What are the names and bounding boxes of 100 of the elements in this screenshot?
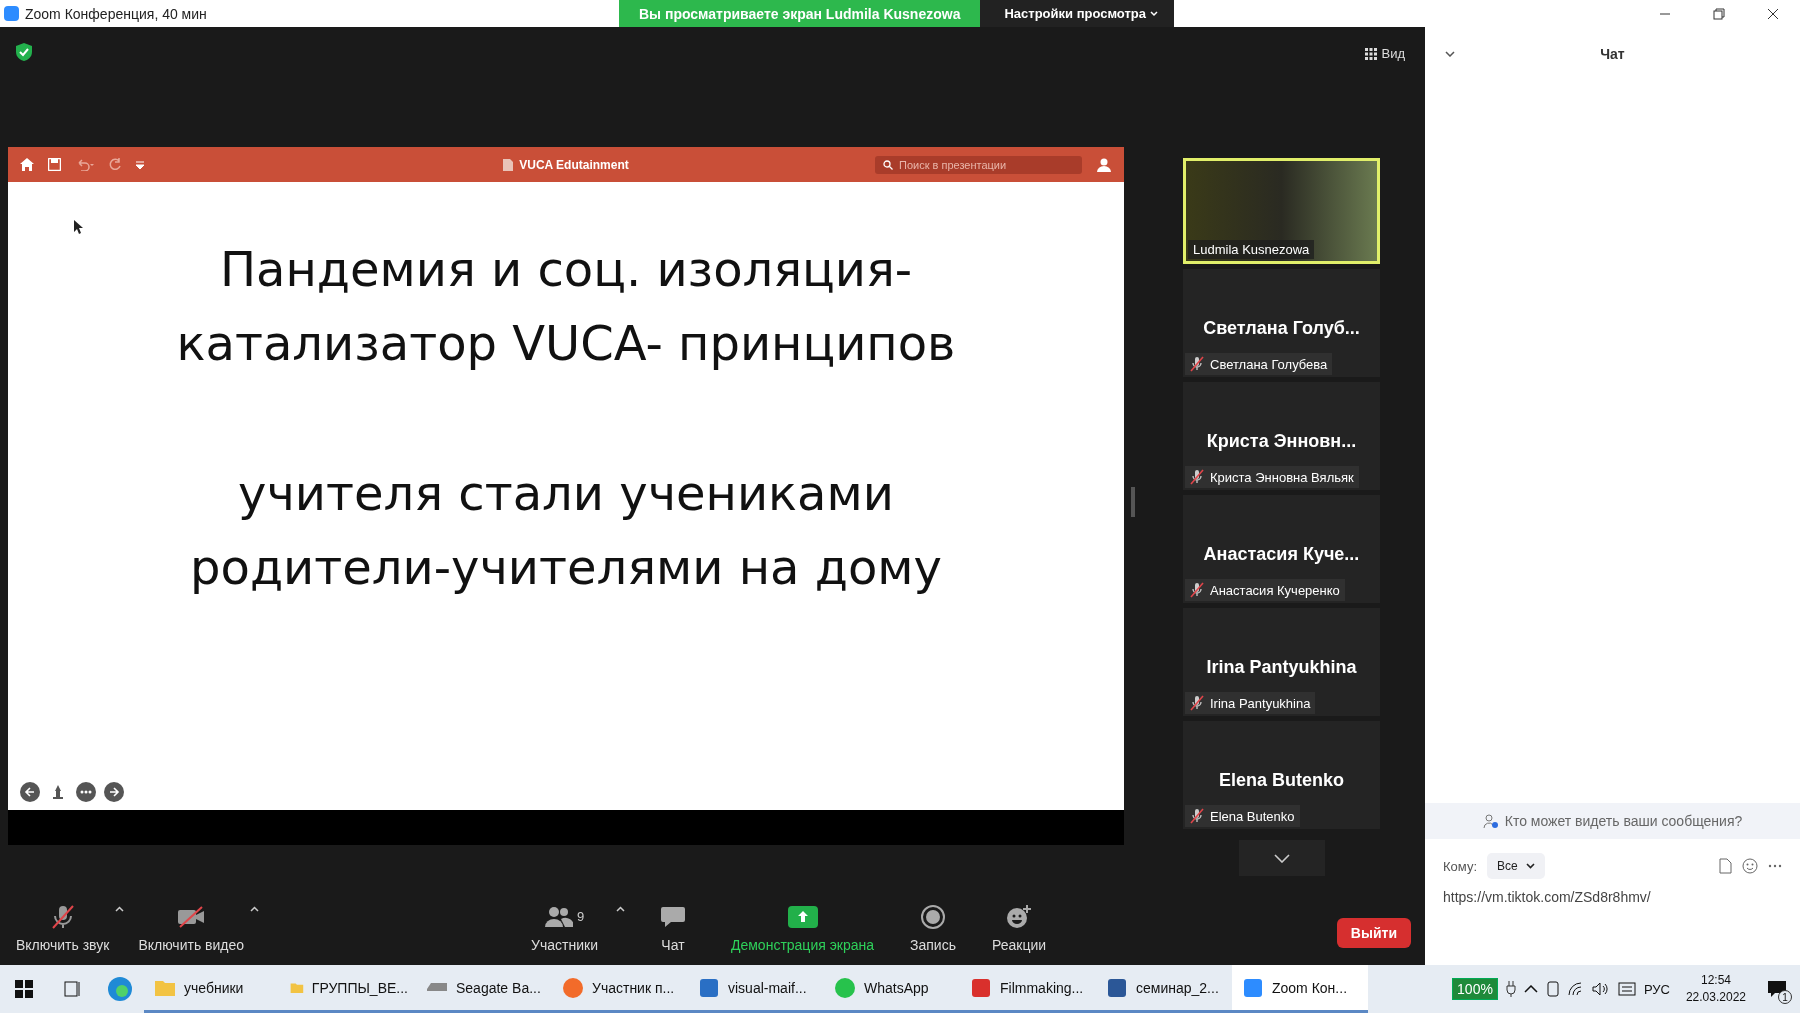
- device-icon[interactable]: [1545, 981, 1560, 997]
- battery-indicator[interactable]: 100%: [1452, 978, 1498, 1000]
- task-view-icon: [63, 981, 81, 997]
- taskbar-app-button[interactable]: учебники: [144, 965, 280, 1013]
- participant-name: Ludmila Kusnezowa: [1188, 240, 1315, 259]
- document-icon: [1106, 976, 1128, 999]
- share-button[interactable]: Демонстрация экрана: [712, 902, 893, 953]
- taskbar-app-button[interactable]: ГРУППЫ_ВЕ...: [280, 965, 416, 1013]
- participant-display-name: Криста Энновн...: [1205, 431, 1358, 452]
- power-plug-icon[interactable]: [1505, 981, 1516, 997]
- record-button[interactable]: Запись: [892, 902, 974, 953]
- emoji-icon[interactable]: [1742, 858, 1758, 874]
- screen-share-banner: Вы просматриваете экран Ludmila Kusnezowa: [619, 0, 981, 27]
- muted-microphone-icon: [1190, 582, 1204, 598]
- wifi-icon[interactable]: [1567, 982, 1584, 996]
- reactions-button[interactable]: Реакции: [973, 902, 1065, 953]
- chevron-down-icon: [1525, 863, 1535, 869]
- taskbar-app-button[interactable]: WhatsApp: [824, 965, 960, 1013]
- more-options-button[interactable]: [76, 782, 96, 802]
- recipient-dropdown[interactable]: Все: [1487, 853, 1545, 879]
- resize-handle[interactable]: [1131, 487, 1135, 517]
- save-icon[interactable]: [48, 158, 61, 171]
- participant-display-name: Светлана Голуб...: [1202, 318, 1361, 339]
- chat-app-icon: [834, 976, 856, 999]
- participant-name: Irina Pantyukhina: [1210, 695, 1311, 711]
- browser-icon: [562, 976, 584, 999]
- participant-display-name: Анастасия Куче...: [1202, 544, 1361, 565]
- language-indicator[interactable]: РУС: [1643, 981, 1670, 997]
- video-app-icon: [1242, 976, 1264, 999]
- audio-button[interactable]: Включить звук: [10, 902, 116, 953]
- more-icon[interactable]: [1768, 864, 1782, 868]
- slide-text-line: учителя стали учениками: [238, 464, 894, 523]
- people-icon: [544, 905, 573, 928]
- chat-button[interactable]: Чат: [632, 902, 713, 953]
- grid-icon: [1365, 47, 1378, 60]
- browser-icon: [107, 976, 133, 1002]
- pdf-file-icon: [970, 976, 992, 999]
- participant-display-name: Elena Butenko: [1218, 770, 1345, 791]
- leave-button[interactable]: Выйти: [1336, 918, 1411, 948]
- presentation-title: VUCA Edutainment: [519, 157, 629, 172]
- chevron-down-icon[interactable]: [1445, 51, 1455, 57]
- taskbar-app-button[interactable]: Filmmaking...: [960, 965, 1096, 1013]
- speaker-icon[interactable]: [1591, 982, 1610, 996]
- taskbar-app-button[interactable]: Seagate Ba...: [416, 965, 552, 1013]
- notification-count: 1: [1778, 990, 1792, 1004]
- share-screen-icon: [787, 905, 818, 928]
- caret-icon[interactable]: [615, 906, 625, 912]
- file-icon[interactable]: [1719, 858, 1732, 874]
- muted-microphone-icon: [1190, 356, 1204, 372]
- slide-heading-line: катализатор VUCA- принципов: [176, 314, 956, 373]
- restore-icon: [1713, 7, 1725, 20]
- window-title: Zoom Конференция, 40 мин: [25, 5, 207, 22]
- slide-text-line: родители-учителями на дому: [190, 538, 942, 597]
- participant-display-name: Irina Pantyukhina: [1205, 657, 1358, 678]
- chevron-down-icon: [1273, 853, 1290, 863]
- smiley-plus-icon: [1006, 904, 1032, 929]
- video-button[interactable]: Включить видео: [132, 902, 251, 953]
- home-icon[interactable]: [20, 158, 34, 171]
- chat-title: Чат: [1600, 46, 1625, 62]
- previous-slide-button[interactable]: [20, 782, 40, 802]
- windows-logo-icon: [15, 980, 33, 998]
- keyboard-icon[interactable]: [1617, 982, 1636, 996]
- chevron-up-icon[interactable]: [1523, 985, 1538, 993]
- picture-icon: [698, 976, 720, 999]
- person-share-icon[interactable]: [1096, 156, 1112, 173]
- next-slide-button[interactable]: [104, 782, 124, 802]
- taskbar-app-button[interactable]: Zoom Кон...: [1232, 965, 1368, 1013]
- person-icon: [1482, 813, 1499, 829]
- arrow-right-icon: [108, 786, 120, 798]
- recipient-label: Кому:: [1443, 858, 1477, 874]
- participant-name: Светлана Голубева: [1210, 356, 1328, 372]
- search-icon: [883, 159, 893, 170]
- record-icon: [921, 904, 945, 929]
- participant-name: Анастасия Кучеренко: [1210, 582, 1340, 598]
- slide-heading-line: Пандемия и соц. изоляция-: [219, 240, 913, 299]
- shield-icon: [16, 43, 32, 61]
- more-icon: [80, 790, 92, 794]
- clock[interactable]: 12:54 22.03.2022: [1677, 972, 1754, 1006]
- view-button[interactable]: Вид: [1359, 45, 1411, 62]
- caret-icon[interactable]: [250, 906, 260, 912]
- pointer-icon: [51, 784, 65, 800]
- mouse-cursor-icon: [74, 220, 84, 234]
- search-field[interactable]: Поиск в презентации: [875, 155, 1082, 174]
- speech-bubble-icon: [659, 904, 686, 929]
- muted-microphone-icon: [1190, 808, 1204, 824]
- muted-microphone-icon: [1190, 469, 1204, 485]
- document-icon: [503, 158, 514, 171]
- participant-name: Криста Энновна Вяльяк: [1210, 469, 1354, 485]
- participants-button[interactable]: 9 Участники: [513, 902, 616, 953]
- participant-name: Elena Butenko: [1210, 808, 1295, 824]
- taskbar-app-button[interactable]: Участник п...: [552, 965, 688, 1013]
- arrow-left-icon: [24, 786, 36, 798]
- taskbar-app-button[interactable]: visual-maif...: [688, 965, 824, 1013]
- close-icon: [1767, 7, 1779, 20]
- muted-microphone-icon: [1190, 695, 1204, 711]
- view-options-button[interactable]: Настройки просмотра: [980, 0, 1175, 27]
- caret-icon[interactable]: [115, 906, 125, 912]
- zoom-app-icon: [4, 6, 19, 21]
- chevron-down-icon: [1150, 10, 1159, 17]
- customize-toolbar-icon[interactable]: [136, 160, 144, 169]
